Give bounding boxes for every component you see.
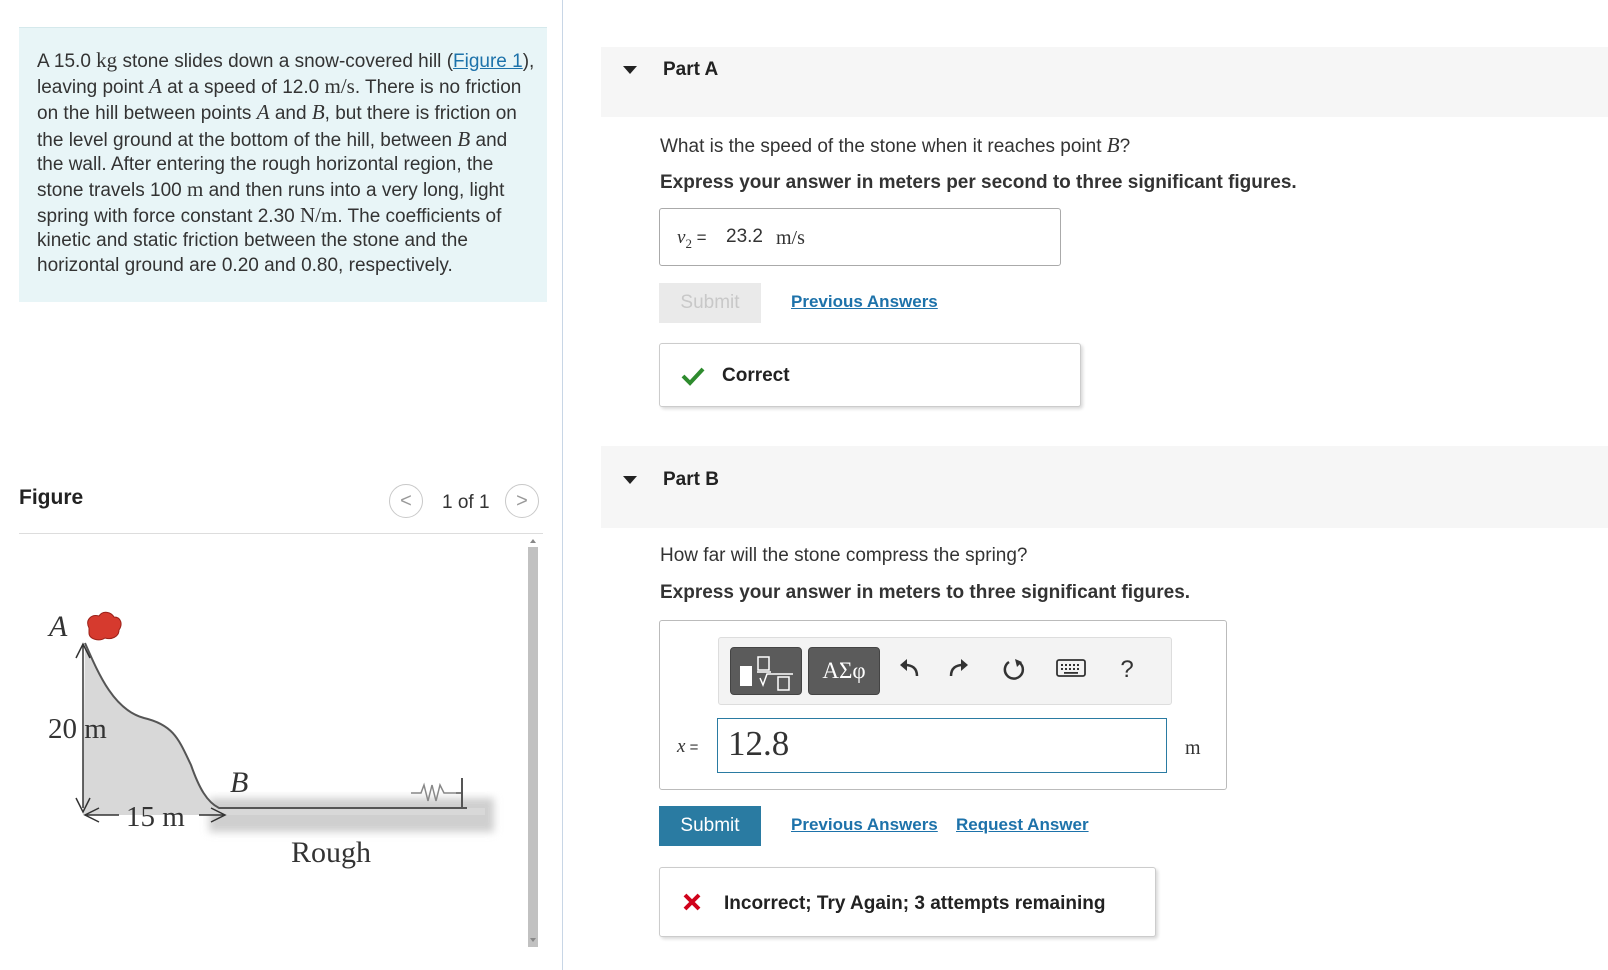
- scroll-thumb[interactable]: [528, 547, 538, 947]
- var-A: A: [148, 74, 162, 99]
- prev-figure-button[interactable]: <: [389, 484, 423, 518]
- label-width: 15 m: [126, 801, 185, 833]
- redo-icon[interactable]: [943, 656, 973, 686]
- part-b-submit-button[interactable]: Submit: [659, 806, 761, 846]
- part-a-title: Part A: [663, 59, 719, 80]
- figure-divider: [19, 533, 543, 534]
- scroll-up-arrow[interactable]: [530, 539, 536, 543]
- var-B: B: [457, 126, 471, 151]
- unit-ms: m/s: [324, 74, 355, 99]
- part-b-instruction: Express your answer in meters to three s…: [660, 582, 1191, 603]
- unit-kg: kg: [96, 48, 118, 72]
- part-b-answer-input[interactable]: 12.8: [717, 718, 1167, 773]
- help-icon[interactable]: ?: [1112, 655, 1142, 685]
- answer-variable: v2 =: [677, 227, 707, 252]
- math-toolbar: ΑΣφ ?: [718, 637, 1172, 705]
- part-b-feedback: Incorrect; Try Again; 3 attempts remaini…: [659, 867, 1156, 937]
- problem-text: at a speed of 12.0: [161, 77, 325, 99]
- math-input-row: x = 12.8 m: [660, 718, 1228, 774]
- templates-button[interactable]: [730, 647, 802, 695]
- figure-link[interactable]: Figure 1: [453, 51, 523, 72]
- figure-pager: < 1 of 1 >: [389, 484, 543, 520]
- question-text: ?: [1119, 136, 1131, 157]
- undo-icon[interactable]: [895, 656, 925, 686]
- figure-title: Figure: [19, 486, 84, 509]
- unit-Nm: N/m: [299, 203, 338, 228]
- part-b-feedback-text: Incorrect; Try Again; 3 attempts remaini…: [724, 893, 1106, 914]
- part-a-feedback: Correct: [659, 343, 1081, 407]
- part-b-title: Part B: [663, 469, 719, 490]
- part-a-answer-value: 23.2: [726, 226, 763, 247]
- var-B: B: [311, 100, 325, 125]
- pane-divider: [562, 0, 563, 970]
- figure-page-indicator: 1 of 1: [442, 492, 490, 513]
- reset-icon[interactable]: [999, 656, 1029, 686]
- collapse-triangle-icon[interactable]: [623, 476, 637, 484]
- collapse-triangle-icon[interactable]: [623, 66, 637, 74]
- var-B: B: [1106, 133, 1120, 157]
- problem-text: A 15.0: [37, 51, 97, 72]
- label-rough: Rough: [291, 836, 371, 869]
- part-b-answer-unit: m: [1185, 737, 1201, 759]
- part-a-header[interactable]: Part A: [601, 47, 1608, 117]
- part-a-question: What is the speed of the stone when it r…: [660, 133, 1130, 158]
- part-b-answer-editor: ΑΣφ ? x = 12.8 m: [659, 620, 1227, 790]
- part-a-feedback-text: Correct: [722, 365, 790, 386]
- label-B: B: [230, 766, 248, 799]
- label-A: A: [47, 610, 68, 643]
- scroll-down-arrow[interactable]: [530, 938, 536, 942]
- equals-sign: =: [691, 228, 707, 247]
- answer-label: x =: [677, 736, 698, 758]
- fraction-radical-icon: [740, 656, 793, 691]
- part-b-header[interactable]: Part B: [601, 446, 1608, 528]
- stone-shape: [87, 611, 122, 641]
- equals-sign: =: [685, 739, 699, 756]
- next-figure-button[interactable]: >: [505, 484, 539, 518]
- figure-scrollbar[interactable]: [527, 535, 539, 955]
- part-a-instruction: Express your answer in meters per second…: [660, 172, 1297, 193]
- part-a-answer-box: v2 = 23.2 m/s: [659, 208, 1061, 266]
- greek-symbols-button[interactable]: ΑΣφ: [808, 647, 880, 695]
- request-answer-link[interactable]: Request Answer: [956, 815, 1089, 835]
- problem-statement: A 15.0 kg stone slides down a snow-cover…: [19, 27, 547, 302]
- var-A: A: [256, 100, 270, 125]
- figure-diagram: A 20 m B 15 m Rough: [47, 610, 494, 869]
- part-b-answer-value[interactable]: 12.8: [728, 724, 789, 764]
- part-a-submit-button[interactable]: Submit: [659, 283, 761, 323]
- keyboard-icon[interactable]: [1053, 656, 1089, 686]
- x-mark-icon: [683, 893, 701, 911]
- part-a-previous-answers-link[interactable]: Previous Answers: [791, 292, 938, 312]
- part-b-question: How far will the stone compress the spri…: [660, 545, 1028, 566]
- question-text: What is the speed of the stone when it r…: [660, 136, 1107, 157]
- unit-m: m: [186, 177, 204, 202]
- label-height: 20 m: [48, 713, 107, 745]
- problem-text: and: [269, 103, 312, 125]
- problem-text: stone slides down a snow-covered hill: [117, 51, 442, 72]
- part-b-previous-answers-link[interactable]: Previous Answers: [791, 815, 938, 835]
- part-a-answer-unit: m/s: [776, 227, 805, 249]
- checkmark-icon: [681, 367, 705, 386]
